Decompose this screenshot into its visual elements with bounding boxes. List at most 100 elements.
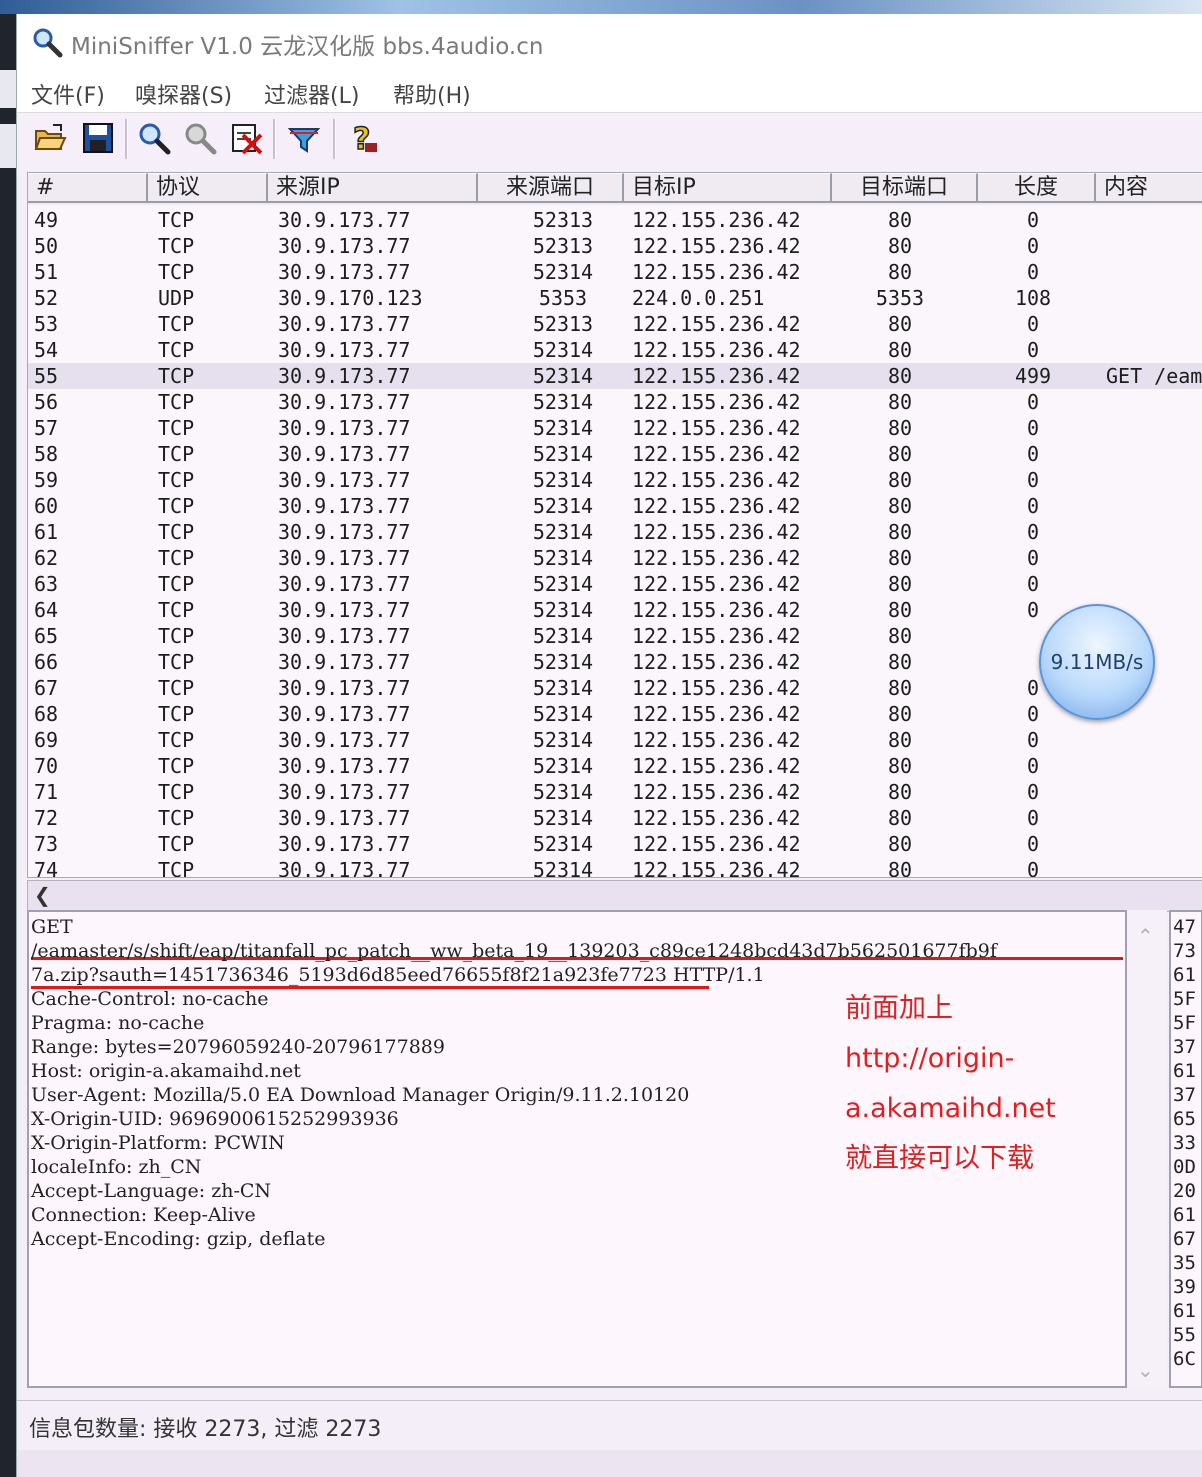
table-row[interactable]: 60 TCP 30.9.173.77 52314 122.155.236.42 80 0 [28, 493, 1202, 519]
toolbar: ? [17, 112, 1202, 171]
table-row[interactable]: 67 TCP 30.9.173.77 52314 122.155.236.42 80 0 [28, 675, 1202, 701]
start-sniff-icon[interactable] [137, 121, 171, 155]
detail-vertical-scrollbar[interactable]: ⌃ ⌄ [1127, 910, 1167, 1388]
row-destination-ip: 122.155.236.42 [632, 494, 801, 518]
row-length: 0 [1026, 416, 1040, 440]
row-destination-port: 80 [887, 780, 913, 804]
table-row[interactable]: 59 TCP 30.9.173.77 52314 122.155.236.42 80 0 [28, 467, 1202, 493]
row-protocol: UDP [158, 286, 195, 310]
column-header-content[interactable]: 内容 [1096, 173, 1202, 203]
menu-filter[interactable]: 过滤器(L) [264, 78, 359, 110]
clear-icon[interactable] [229, 121, 263, 155]
row-source-ip: 30.9.173.77 [278, 832, 411, 856]
stop-sniff-icon[interactable] [183, 121, 217, 155]
network-speed-widget[interactable]: 9.11MB/s [1039, 604, 1155, 720]
row-protocol: TCP [158, 572, 195, 596]
row-number: 61 [34, 520, 59, 544]
table-row[interactable]: 58 TCP 30.9.173.77 52314 122.155.236.42 80 0 [28, 441, 1202, 467]
table-row[interactable]: 51 TCP 30.9.173.77 52314 122.155.236.42 80 0 [28, 259, 1202, 285]
help-icon[interactable]: ? [347, 121, 381, 155]
table-row[interactable]: 64 TCP 30.9.173.77 52314 122.155.236.42 80 0 [28, 597, 1202, 623]
horizontal-scrollbar[interactable]: ❮ [27, 880, 1202, 912]
table-row[interactable]: 53 TCP 30.9.173.77 52313 122.155.236.42 80 0 [28, 311, 1202, 337]
row-destination-ip: 122.155.236.42 [632, 858, 801, 878]
table-row[interactable]: 55 TCP 30.9.173.77 52314 122.155.236.42 80 499… [28, 363, 1202, 389]
table-row[interactable]: 62 TCP 30.9.173.77 52314 122.155.236.42 80 0 [28, 545, 1202, 571]
table-row[interactable]: 70 TCP 30.9.173.77 52314 122.155.236.42 80 0 [28, 753, 1202, 779]
table-row[interactable]: 65 TCP 30.9.173.77 52314 122.155.236.42 80 [28, 623, 1202, 649]
row-protocol: TCP [158, 442, 195, 466]
row-number: 65 [34, 624, 59, 648]
row-destination-port: 80 [887, 806, 913, 830]
row-destination-ip: 122.155.236.42 [632, 598, 801, 622]
row-destination-ip: 122.155.236.42 [632, 832, 801, 856]
table-row[interactable]: 66 TCP 30.9.173.77 52314 122.155.236.42 80 [28, 649, 1202, 675]
row-destination-port: 80 [887, 494, 913, 518]
column-header-protocol[interactable]: 协议 [148, 173, 268, 203]
filter-icon[interactable] [287, 121, 321, 155]
scroll-up-arrow-icon[interactable]: ⌃ [1137, 924, 1154, 948]
column-header-destination-port[interactable]: 目标端口 [832, 173, 978, 203]
row-source-ip: 30.9.173.77 [278, 780, 411, 804]
table-row[interactable]: 72 TCP 30.9.173.77 52314 122.155.236.42 80 0 [28, 805, 1202, 831]
row-destination-port: 80 [887, 234, 913, 258]
column-header-number[interactable]: # [28, 173, 148, 203]
table-row[interactable]: 61 TCP 30.9.173.77 52314 122.155.236.42 80 0 [28, 519, 1202, 545]
table-row[interactable]: 52 UDP 30.9.170.123 5353 224.0.0.251 5353 108 [28, 285, 1202, 311]
save-icon[interactable] [81, 121, 115, 155]
column-header-length[interactable]: 长度 [978, 173, 1096, 203]
row-destination-ip: 122.155.236.42 [632, 728, 801, 752]
detail-line: GET [31, 916, 73, 938]
row-protocol: TCP [158, 234, 195, 258]
hex-dump-pane[interactable]: 47 73 61 5F 5F 37 61 37 65 33 0D 20 61 67 35 39 61 55 6C [1169, 910, 1202, 1388]
table-row[interactable]: 50 TCP 30.9.173.77 52313 122.155.236.42 80 0 [28, 233, 1202, 259]
row-destination-port: 80 [887, 338, 913, 362]
row-destination-port: 5353 [875, 286, 925, 310]
table-row[interactable]: 54 TCP 30.9.173.77 52314 122.155.236.42 80 0 [28, 337, 1202, 363]
packet-list[interactable]: # 协议 来源IP 来源端口 目标IP 目标端口 长度 内容 49 TCP 30.9… [27, 172, 1202, 878]
row-source-ip: 30.9.173.77 [278, 650, 411, 674]
background-window-edge [0, 14, 16, 1477]
table-row[interactable]: 68 TCP 30.9.173.77 52314 122.155.236.42 80 0 [28, 701, 1202, 727]
table-row[interactable]: 74 TCP 30.9.173.77 52314 122.155.236.42 80 0 [28, 857, 1202, 878]
red-annotation: 前面加上 http://origin- a.akamaihd.net 就直接可以… [845, 984, 1105, 1184]
row-source-port: 52314 [532, 338, 594, 362]
detail-line: localeInfo: zh_CN [31, 1156, 202, 1178]
column-header-source-port[interactable]: 来源端口 [478, 173, 624, 203]
row-source-ip: 30.9.173.77 [278, 754, 411, 778]
row-destination-ip: 122.155.236.42 [632, 416, 801, 440]
row-protocol: TCP [158, 624, 195, 648]
menu-bar: 文件(F) 嗅探器(S) 过滤器(L) 帮助(H) [17, 70, 1202, 112]
title-bar[interactable]: MiniSniffer V1.0 云龙汉化版 bbs.4audio.cn [17, 14, 1202, 70]
table-row[interactable]: 63 TCP 30.9.173.77 52314 122.155.236.42 80 0 [28, 571, 1202, 597]
row-source-port: 52314 [532, 624, 594, 648]
row-source-ip: 30.9.173.77 [278, 598, 411, 622]
column-header-destination-ip[interactable]: 目标IP [624, 173, 832, 203]
hex-byte: 39 [1173, 1276, 1196, 1298]
table-row[interactable]: 73 TCP 30.9.173.77 52314 122.155.236.42 80 0 [28, 831, 1202, 857]
menu-sniffer[interactable]: 嗅探器(S) [135, 78, 232, 110]
table-row[interactable]: 57 TCP 30.9.173.77 52314 122.155.236.42 80 0 [28, 415, 1202, 441]
hex-byte: 33 [1173, 1132, 1196, 1154]
menu-file[interactable]: 文件(F) [31, 78, 105, 110]
row-number: 54 [34, 338, 59, 362]
column-header-source-ip[interactable]: 来源IP [268, 173, 478, 203]
row-source-port: 52314 [532, 650, 594, 674]
row-number: 67 [34, 676, 59, 700]
hex-byte: 47 [1173, 916, 1196, 938]
row-source-port: 52314 [532, 598, 594, 622]
row-source-ip: 30.9.173.77 [278, 364, 411, 388]
table-row[interactable]: 69 TCP 30.9.173.77 52314 122.155.236.42 80 0 [28, 727, 1202, 753]
table-row[interactable]: 71 TCP 30.9.173.77 52314 122.155.236.42 80 0 [28, 779, 1202, 805]
table-row[interactable]: 49 TCP 30.9.173.77 52313 122.155.236.42 80 0 [28, 207, 1202, 233]
row-destination-port: 80 [887, 624, 913, 648]
row-length: 0 [1026, 494, 1040, 518]
scroll-down-arrow-icon[interactable]: ⌄ [1137, 1358, 1154, 1382]
row-source-ip: 30.9.173.77 [278, 858, 411, 878]
row-protocol: TCP [158, 546, 195, 570]
open-folder-icon[interactable] [33, 121, 67, 155]
scroll-left-arrow-icon[interactable]: ❮ [34, 883, 51, 907]
row-destination-port: 80 [887, 442, 913, 466]
menu-help[interactable]: 帮助(H) [393, 78, 471, 110]
table-row[interactable]: 56 TCP 30.9.173.77 52314 122.155.236.42 80 0 [28, 389, 1202, 415]
